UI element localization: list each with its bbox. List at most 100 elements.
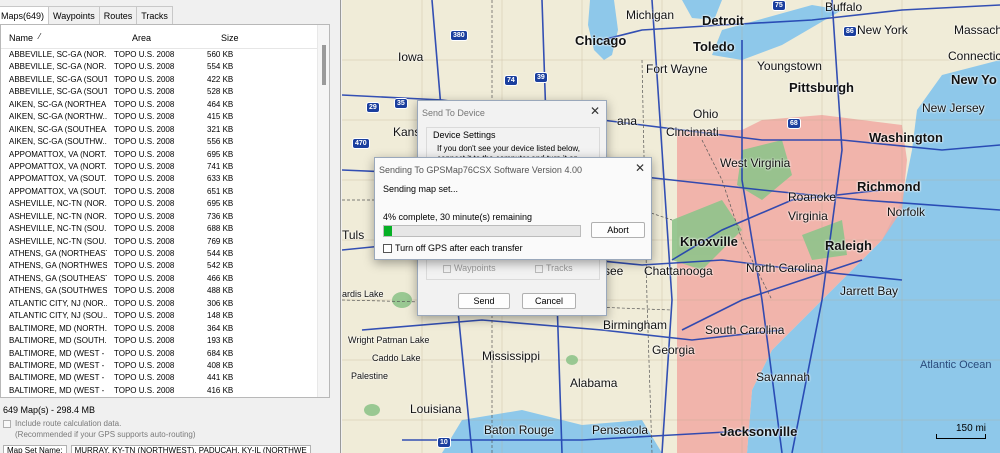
map-label-new-york-state: New York (857, 23, 908, 37)
table-row[interactable]: ASHEVILLE, NC-TN (SOU... TOPO U.S. 2008 68… (1, 223, 329, 235)
area-cell: TOPO U.S. 2008 (114, 99, 175, 109)
map-set-name-input[interactable]: MURRAY, KY-TN (NORTHWEST), PADUCAH, KY-I… (70, 445, 311, 453)
map-label-georgia: Georgia (652, 343, 695, 357)
map-name-cell: ASHEVILLE, NC-TN (NOR... (9, 211, 107, 221)
map-name-cell: ATHENS, GA (SOUTHEAST) (9, 273, 107, 283)
progress-fill (384, 226, 392, 236)
sort-ascending-icon: ⁄ (39, 32, 41, 41)
vertical-scrollbar[interactable] (317, 25, 329, 397)
area-cell: TOPO U.S. 2008 (114, 199, 175, 209)
table-row[interactable]: BALTIMORE, MD (WEST - ... TOPO U.S. 2008 4… (1, 360, 329, 372)
tab-tracks[interactable]: Tracks (136, 6, 173, 24)
maps-list[interactable]: Name ⁄ Area Size ABBEVILLE, SC-GA (NOR..… (0, 24, 330, 398)
table-row[interactable]: AIKEN, SC-GA (SOUTHEA... TOPO U.S. 2008 32… (1, 124, 329, 136)
size-cell: 321 KB (207, 124, 234, 134)
size-cell: 408 KB (207, 360, 234, 370)
size-cell: 736 KB (207, 211, 234, 221)
map-label-baton-rouge: Baton Rouge (484, 423, 555, 437)
table-row[interactable]: APPOMATTOX, VA (SOUT... TOPO U.S. 2008 633… (1, 173, 329, 185)
area-cell: TOPO U.S. 2008 (114, 323, 175, 333)
size-cell: 633 KB (207, 174, 234, 184)
tab-routes[interactable]: Routes (98, 6, 138, 24)
table-row[interactable]: APPOMATTOX, VA (NORT... TOPO U.S. 2008 695… (1, 149, 329, 161)
size-cell: 684 KB (207, 348, 234, 358)
map-scale-bar: 150 mi (936, 423, 986, 439)
area-cell: TOPO U.S. 2008 (114, 112, 175, 122)
route-calculation-note: (Recommended if your GPS supports auto-r… (15, 430, 196, 439)
tracks-checkbox[interactable]: Tracks (535, 263, 573, 273)
area-cell: TOPO U.S. 2008 (114, 348, 175, 358)
table-row[interactable]: BALTIMORE, MD (WEST - ... TOPO U.S. 2008 6… (1, 348, 329, 360)
interstate-shield-icon: 86 (843, 26, 857, 37)
table-row[interactable]: ATHENS, GA (NORTHEAST) TOPO U.S. 2008 544 … (1, 248, 329, 260)
table-row[interactable]: APPOMATTOX, VA (SOUT... TOPO U.S. 2008 651… (1, 186, 329, 198)
table-row[interactable]: ABBEVILLE, SC-GA (SOUT... TOPO U.S. 2008 4… (1, 74, 329, 86)
interstate-shield-icon: 10 (437, 437, 451, 448)
device-help-text: If you don't see your device listed belo… (437, 144, 580, 158)
size-column-header[interactable]: Size (221, 33, 239, 43)
sending-progress-dialog: Sending To GPSMap76CSX Software Version … (374, 157, 652, 260)
table-row[interactable]: ATHENS, GA (NORTHWEST) TOPO U.S. 2008 542 … (1, 260, 329, 272)
map-name-cell: AIKEN, SC-GA (SOUTHEA... (9, 124, 107, 134)
close-icon[interactable]: ✕ (635, 161, 645, 175)
table-row[interactable]: AIKEN, SC-GA (NORTHEA... TOPO U.S. 2008 46… (1, 99, 329, 111)
map-name-cell: APPOMATTOX, VA (NORT... (9, 149, 107, 159)
table-row[interactable]: ATHENS, GA (SOUTHEAST) TOPO U.S. 2008 466 … (1, 273, 329, 285)
close-icon[interactable]: ✕ (590, 104, 600, 118)
area-column-header[interactable]: Area (132, 33, 151, 43)
sending-status: Sending map set... (383, 184, 459, 194)
checkbox-box[interactable] (383, 244, 392, 254)
table-row[interactable]: BALTIMORE, MD (WEST - ... TOPO U.S. 2008 4… (1, 372, 329, 384)
map-name-cell: ATHENS, GA (SOUTHWEST) (9, 286, 107, 296)
size-cell: 415 KB (207, 112, 234, 122)
name-column-header[interactable]: Name (9, 33, 33, 43)
table-row[interactable]: ATLANTIC CITY, NJ (NOR... TOPO U.S. 2008 3… (1, 298, 329, 310)
map-name-cell: ASHEVILLE, NC-TN (NOR... (9, 199, 107, 209)
size-cell: 441 KB (207, 373, 234, 383)
table-row[interactable]: ATHENS, GA (SOUTHWEST) TOPO U.S. 2008 488 … (1, 285, 329, 297)
checkbox-box[interactable] (443, 264, 451, 273)
area-cell: TOPO U.S. 2008 (114, 174, 175, 184)
map-name-cell: ATLANTIC CITY, NJ (SOU... (9, 311, 107, 321)
table-row[interactable]: ABBEVILLE, SC-GA (NOR... TOPO U.S. 2008 55… (1, 61, 329, 73)
table-row[interactable]: ATLANTIC CITY, NJ (SOU... TOPO U.S. 2008 1… (1, 310, 329, 322)
scrollbar-thumb[interactable] (322, 45, 326, 85)
map-label-virginia: Virginia (788, 209, 828, 223)
table-row[interactable]: ABBEVILLE, SC-GA (SOUT... TOPO U.S. 2008 5… (1, 86, 329, 98)
turn-off-gps-checkbox[interactable]: Turn off GPS after each transfer (383, 243, 523, 254)
cancel-button[interactable]: Cancel (522, 293, 576, 309)
tab-waypoints[interactable]: Waypoints (48, 6, 100, 24)
device-settings-label: Device Settings (433, 130, 496, 140)
map-label-chicago: Chicago (575, 33, 627, 48)
table-row[interactable]: BALTIMORE, MD (WEST - ... TOPO U.S. 2008 4… (1, 385, 329, 397)
map-label-washington: Washington (869, 130, 943, 145)
table-row[interactable]: ASHEVILLE, NC-TN (NOR... TOPO U.S. 2008 73… (1, 211, 329, 223)
progress-text: 4% complete, 30 minute(s) remaining (383, 212, 533, 222)
table-row[interactable]: APPOMATTOX, VA (NORT... TOPO U.S. 2008 741… (1, 161, 329, 173)
table-row[interactable]: AIKEN, SC-GA (NORTHW... TOPO U.S. 2008 415… (1, 111, 329, 123)
scale-bar-line (936, 434, 986, 439)
map-label-fort-wayne: Fort Wayne (646, 62, 708, 76)
table-row[interactable]: BALTIMORE, MD (NORTH... TOPO U.S. 2008 364… (1, 323, 329, 335)
map-label-caddo-lake: Caddo Lake (372, 353, 421, 363)
area-cell: TOPO U.S. 2008 (114, 385, 175, 395)
route-calculation-checkbox[interactable]: Include route calculation data. (3, 419, 121, 428)
size-cell: 422 KB (207, 74, 234, 84)
checkbox-box[interactable] (535, 264, 543, 273)
map-label-wright-patman-lake: Wright Patman Lake (348, 335, 430, 345)
table-row[interactable]: AIKEN, SC-GA (SOUTHW... TOPO U.S. 2008 556… (1, 136, 329, 148)
tab-maps[interactable]: Maps(649) (0, 6, 50, 24)
interstate-shield-icon: 68 (787, 118, 801, 129)
table-row[interactable]: ASHEVILLE, NC-TN (SOU... TOPO U.S. 2008 76… (1, 236, 329, 248)
table-row[interactable]: ASHEVILLE, NC-TN (NOR... TOPO U.S. 2008 69… (1, 198, 329, 210)
table-row[interactable]: ABBEVILLE, SC-GA (NOR... TOPO U.S. 2008 56… (1, 49, 329, 61)
table-row[interactable]: BALTIMORE, MD (SOUTH... TOPO U.S. 2008 193… (1, 335, 329, 347)
map-label-south-carolina: South Carolina (705, 323, 785, 337)
map-name-cell: APPOMATTOX, VA (NORT... (9, 161, 107, 171)
area-cell: TOPO U.S. 2008 (114, 211, 175, 221)
size-cell: 556 KB (207, 137, 234, 147)
waypoints-checkbox[interactable]: Waypoints (443, 263, 496, 273)
send-button[interactable]: Send (458, 293, 510, 309)
checkbox-box[interactable] (3, 419, 11, 428)
abort-button[interactable]: Abort (591, 222, 645, 238)
